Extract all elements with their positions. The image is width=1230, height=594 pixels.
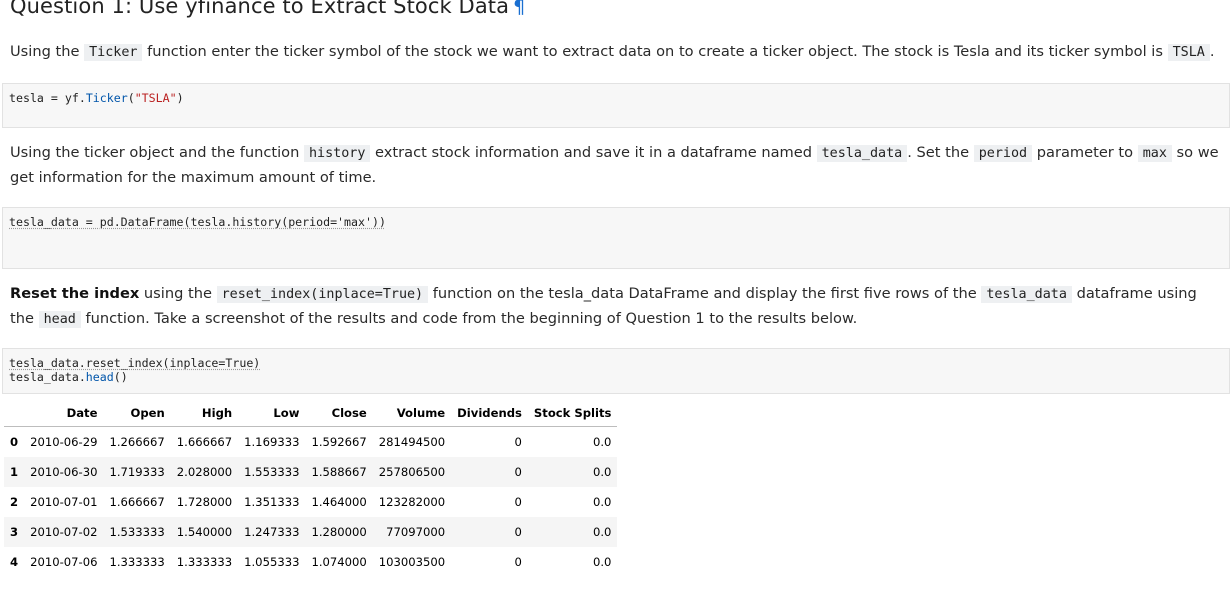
table-cell: 1.169333: [244, 435, 300, 449]
instruction-paragraph-1: Using the Ticker function enter the tick…: [10, 40, 1225, 65]
p1-code-ticker: Ticker: [84, 44, 143, 61]
table-cell: 0.0: [527, 457, 618, 487]
p1-text-1: Using the: [10, 43, 85, 60]
table-cell: 0: [451, 457, 528, 487]
row-index: 2: [10, 495, 19, 509]
table-cell: 0: [514, 435, 522, 449]
p3-bold-text: Reset the index: [10, 285, 140, 302]
table-row: 1 2010-06-30 1.719333 2.028000 1.553333 1.588…: [4, 457, 618, 487]
table-cell: 1.247333: [238, 517, 306, 547]
table-cell: 1.333333: [176, 555, 233, 569]
table-cell: 1.280000: [305, 517, 373, 547]
table-cell: 0.0: [593, 435, 612, 449]
dataframe-output-table: Date Open High Low Close Volume Dividends Stock…: [4, 402, 618, 577]
table-cell: 1.728000: [176, 495, 233, 509]
table-cell: 1.266667: [109, 435, 165, 449]
table-cell: 2010-06-29: [30, 435, 98, 449]
table-cell: 1.074000: [311, 555, 367, 569]
table-cell: 0.0: [593, 495, 612, 509]
table-cell: 0: [514, 555, 522, 569]
column-header: Close: [305, 402, 373, 427]
table-cell: 0.0: [593, 555, 612, 569]
p2-code-tesla-data: tesla_data: [816, 145, 908, 162]
table-row: 2 2010-07-01 1.666667 1.728000 1.351333 1.464…: [4, 487, 617, 517]
table-row: 0 2010-06-29 1.266667 1.666667 1.169333 1.592…: [4, 427, 617, 458]
p1-text-2: function enter the ticker symbol of the …: [142, 43, 1168, 60]
table-cell: 257806500: [372, 457, 452, 487]
section-heading: Question 1: Use yfinance to Extract Stoc…: [10, 0, 525, 18]
table-cell: 1.055333: [244, 555, 300, 569]
table-cell: 1.464000: [311, 495, 367, 509]
table-cell: 1.351333: [244, 495, 300, 509]
column-header: Date: [24, 402, 104, 427]
column-header: [4, 402, 25, 427]
code-cell-1[interactable]: tesla = yf.Ticker("TSLA"): [2, 83, 1230, 128]
row-index: 0: [10, 435, 19, 449]
code-cell-2[interactable]: tesla_data = pd.DataFrame(tesla.history(…: [2, 207, 1230, 269]
table-cell: 2010-07-02: [24, 517, 104, 547]
table-row: 3 2010-07-02 1.533333 1.540000 1.247333 1.280…: [4, 517, 618, 547]
row-index: 1: [4, 457, 25, 487]
code-line-2: tesla_data.head(): [9, 370, 128, 384]
row-index: 4: [10, 555, 19, 569]
table-cell: 1.592667: [311, 435, 367, 449]
table-cell: 1.666667: [176, 435, 233, 449]
table-cell: 1.588667: [305, 457, 373, 487]
p2-code-max: max: [1137, 145, 1172, 162]
p3-code-head: head: [38, 311, 81, 328]
table-cell: 1.540000: [170, 517, 239, 547]
table-cell: 0: [451, 517, 528, 547]
table-cell: 77097000: [372, 517, 452, 547]
table-cell: 0.0: [527, 517, 618, 547]
code-line: tesla = yf.Ticker("TSLA"): [9, 91, 184, 105]
table-cell: 1.719333: [103, 457, 171, 487]
column-header: High: [170, 402, 239, 427]
p2-code-history: history: [303, 145, 371, 162]
table-cell: 1.533333: [103, 517, 171, 547]
instruction-paragraph-3: Reset the index using the reset_index(in…: [10, 285, 1197, 328]
anchor-link-icon[interactable]: ¶: [513, 0, 525, 18]
p3-code-tesla-data: tesla_data: [981, 286, 1072, 303]
column-header: Low: [238, 402, 306, 427]
row-index: 3: [4, 517, 25, 547]
code-line-1: tesla_data.reset_index(inplace=True): [9, 356, 261, 370]
table-header-row: Date Open High Low Close Volume Dividends Stock…: [4, 402, 618, 427]
table-row: 4 2010-07-06 1.333333 1.333333 1.055333 1.074…: [4, 547, 617, 577]
table-cell: 103003500: [378, 555, 446, 569]
instruction-paragraph-2: Using the ticker object and the function…: [10, 144, 1219, 186]
table-cell: 1.333333: [109, 555, 165, 569]
p1-code-tsla: TSLA: [1167, 44, 1210, 61]
table-cell: 2010-07-06: [30, 555, 98, 569]
table-cell: 123282000: [378, 495, 446, 509]
table-cell: 2010-06-30: [24, 457, 104, 487]
table-cell: 1.553333: [238, 457, 306, 487]
table-cell: 2.028000: [170, 457, 239, 487]
table-cell: 281494500: [378, 435, 446, 449]
code-line: tesla_data = pd.DataFrame(tesla.history(…: [9, 215, 386, 229]
p2-code-period: period: [973, 145, 1033, 162]
table-cell: 2010-07-01: [30, 495, 98, 509]
column-header: Dividends: [451, 402, 528, 427]
column-header: Stock Splits: [527, 402, 618, 427]
column-header: Open: [103, 402, 171, 427]
p1-text-3: .: [1209, 43, 1215, 60]
column-header: Volume: [372, 402, 452, 427]
table-cell: 1.666667: [109, 495, 165, 509]
p3-code-reset-index: reset_index(inplace=True): [216, 286, 429, 303]
code-cell-3[interactable]: tesla_data.reset_index(inplace=True) tes…: [2, 348, 1230, 394]
table-cell: 0: [514, 495, 522, 509]
heading-title: Question 1: Use yfinance to Extract Stoc…: [10, 0, 510, 18]
